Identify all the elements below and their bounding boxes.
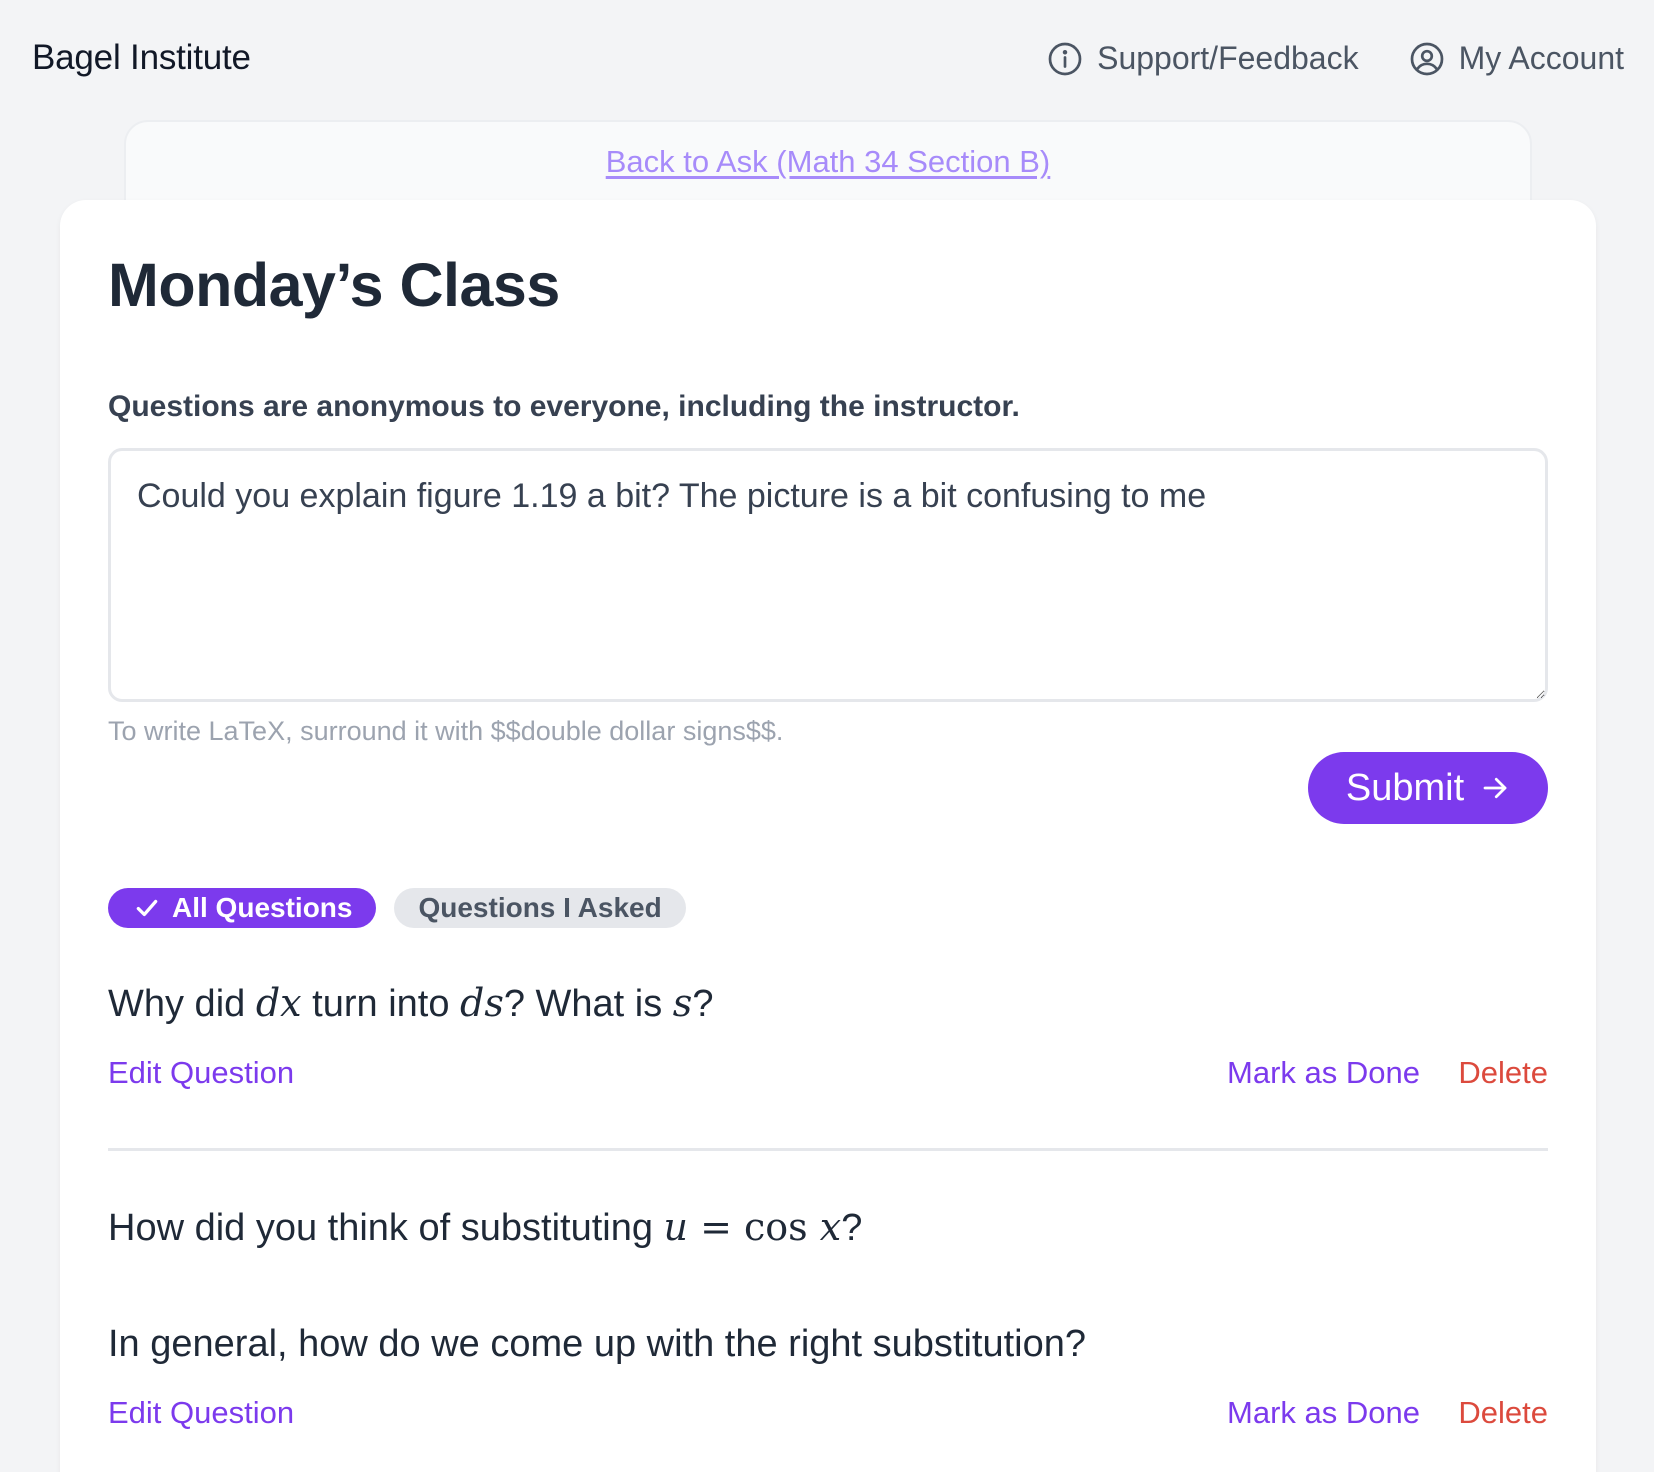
filter-questions-i-asked[interactable]: Questions I Asked [394,888,686,928]
user-circle-icon [1410,42,1443,75]
mark-as-done-link[interactable]: Mark as Done [1227,1055,1420,1091]
question-text-part: ? [692,983,714,1025]
question-text-part: ? What is [503,983,673,1025]
delete-link[interactable]: Delete [1458,1395,1548,1431]
arrow-right-icon [1483,777,1507,799]
math-expression: x [807,1205,842,1249]
math-expression: u [663,1205,689,1249]
latex-hint: To write LaTeX, surround it with $$doubl… [108,716,784,746]
question-text-part: ? [841,1207,863,1249]
my-account-label: My Account [1458,40,1624,76]
filter-all-questions[interactable]: All Questions [108,888,377,928]
question-input[interactable] [108,448,1548,702]
submit-label: Submit [1345,766,1465,809]
question-text: How did you think of substituting u = co… [108,1208,1548,1247]
question-item: How did you think of substituting u = co… [108,1208,1548,1435]
question-text-part: Why did [108,983,256,1025]
edit-question-link[interactable]: Edit Question [108,1055,294,1091]
check-icon [136,899,158,917]
question-divider [108,1148,1548,1151]
math-expression: s [672,981,693,1025]
question-text: Why did dx turn into ds? What is s? [108,984,1548,1023]
question-text-part: How did you think of substituting [108,1207,664,1249]
anonymity-note: Questions are anonymous to everyone, inc… [108,390,1020,423]
question-item: Why did dx turn into ds? What is s? Edit… [108,984,1548,1095]
support-feedback-label: Support/Feedback [1097,40,1359,76]
edit-question-link[interactable]: Edit Question [108,1395,294,1431]
mark-as-done-link[interactable]: Mark as Done [1227,1395,1420,1431]
question-filters: All Questions Questions I Asked [108,888,686,928]
my-account-link[interactable]: My Account [1409,40,1624,77]
math-expression: dx [255,981,302,1025]
brand-name[interactable]: Bagel Institute [32,38,251,78]
math-expression: cos [744,1205,808,1249]
math-expression: ds [460,981,504,1025]
info-icon [1048,42,1082,75]
page-title: Monday’s Class [108,251,560,319]
question-actions: Edit Question Mark as Done Delete [108,1055,1548,1095]
main-card: Monday’s Class Questions are anonymous t… [60,200,1596,1472]
question-actions: Edit Question Mark as Done Delete [108,1395,1548,1435]
question-text-line2: In general, how do we come up with the r… [108,1323,1087,1365]
question-text-part: turn into [301,983,461,1025]
math-expression: = [688,1205,745,1249]
support-feedback-link[interactable]: Support/Feedback [1047,40,1359,77]
filter-label: Questions I Asked [418,892,662,923]
delete-link[interactable]: Delete [1458,1055,1548,1091]
back-to-ask-link[interactable]: Back to Ask (Math 34 Section B) [126,144,1530,180]
top-navigation: Support/Feedback My Account [1047,40,1624,77]
filter-label: All Questions [172,892,353,923]
submit-button[interactable]: Submit [1308,752,1548,824]
